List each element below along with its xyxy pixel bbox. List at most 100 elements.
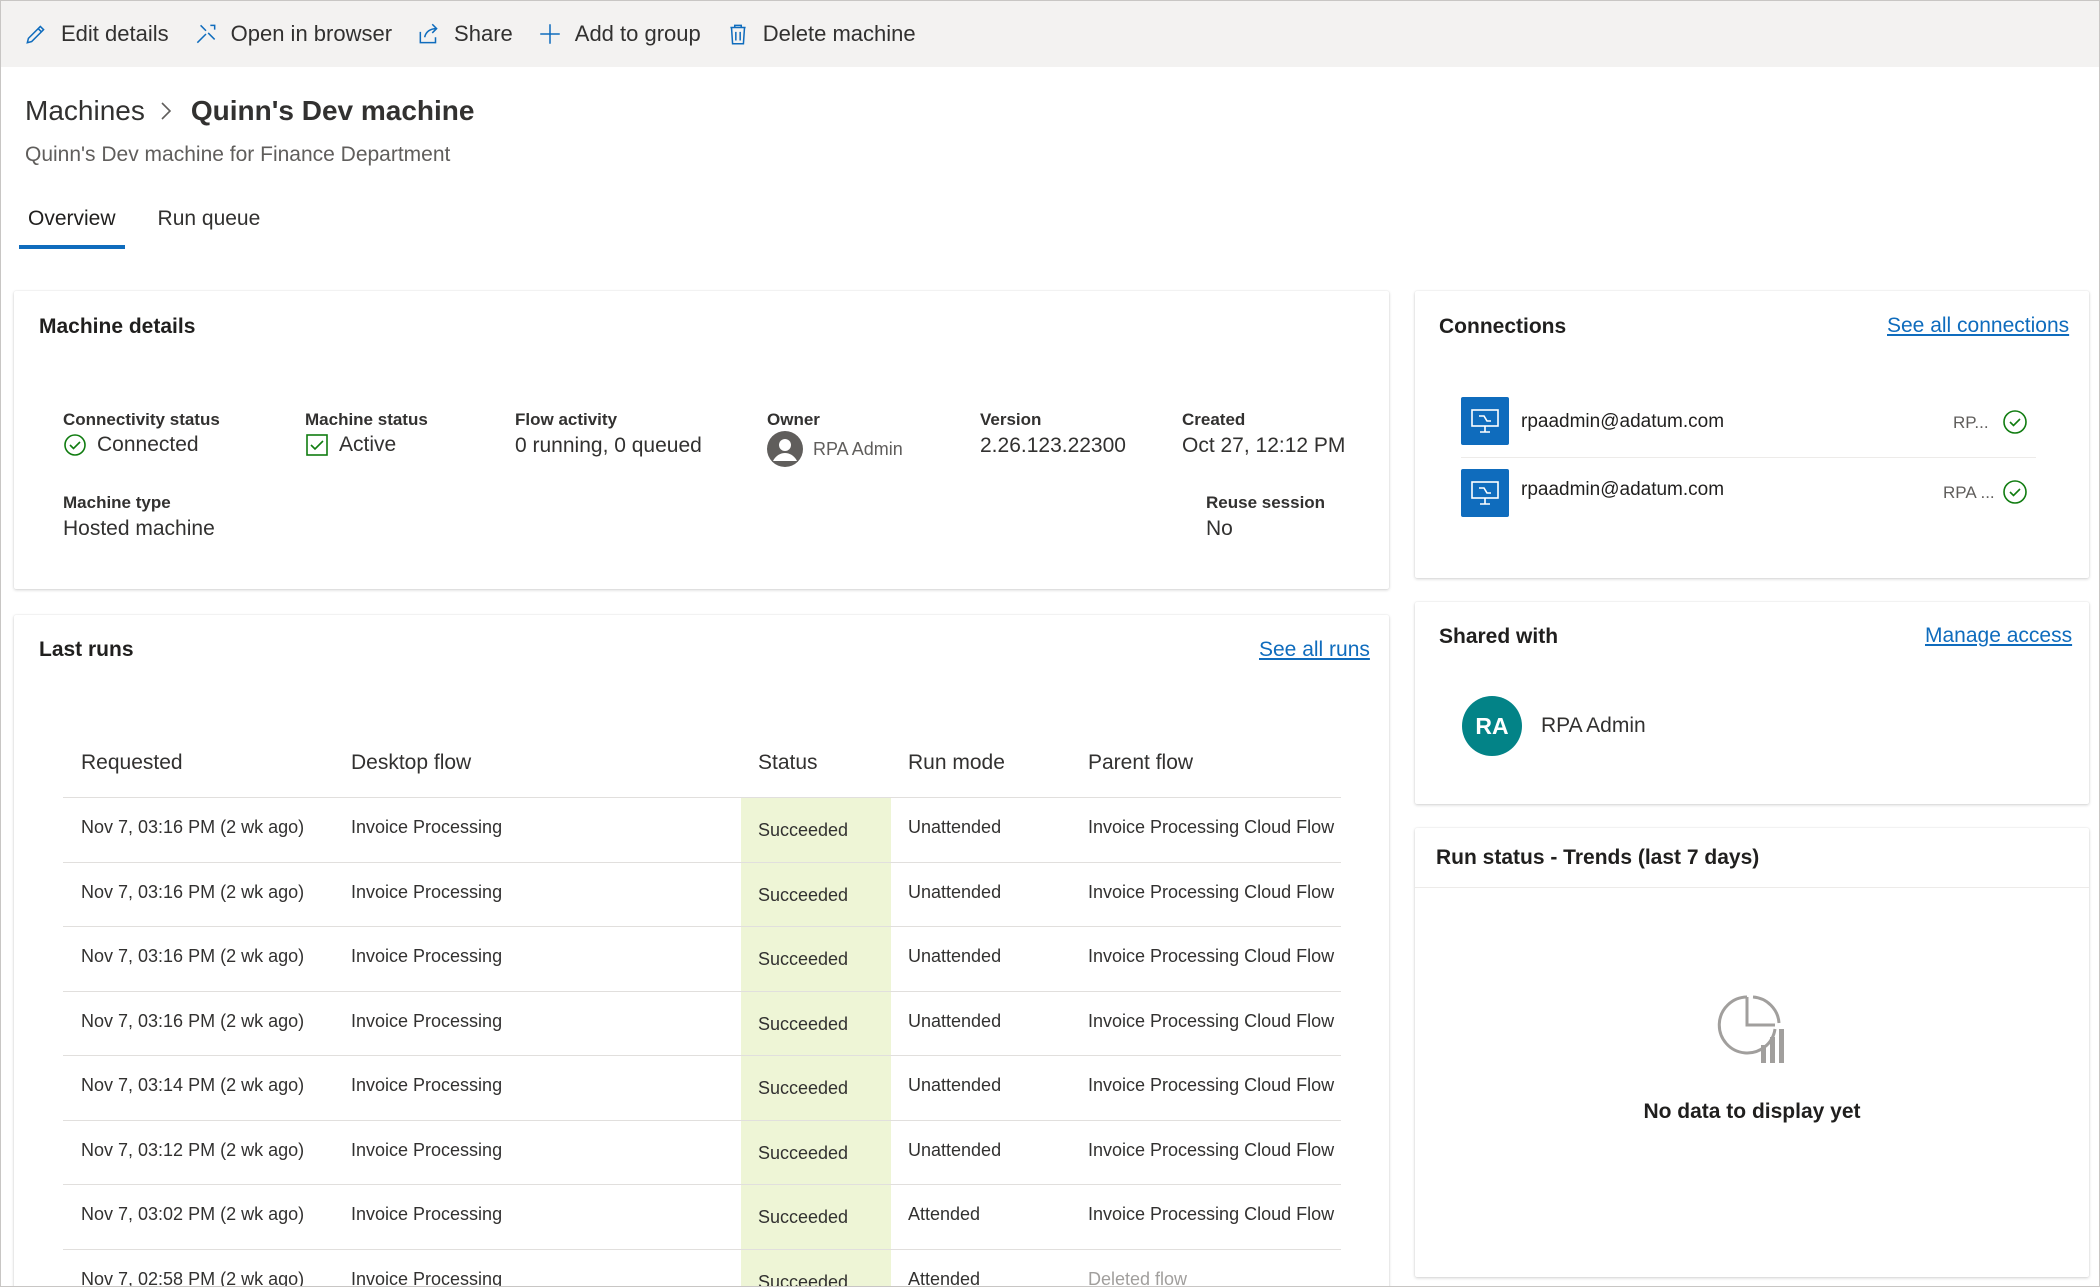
column-header-run-mode[interactable]: Run mode [908, 751, 1005, 775]
connectivity-status-value: Connected [63, 433, 199, 457]
tab-run-queue[interactable]: Run queue [149, 201, 270, 249]
add-to-group-button[interactable]: Add to group [537, 1, 701, 67]
run-requested: Nov 7, 02:58 PM (2 wk ago) [81, 1268, 305, 1287]
run-requested: Nov 7, 03:02 PM (2 wk ago) [81, 1204, 305, 1224]
edit-details-button[interactable]: Edit details [23, 1, 169, 67]
person-avatar-icon [767, 431, 803, 467]
status-badge: Succeeded [741, 1120, 891, 1185]
pencil-icon [26, 25, 45, 44]
connection-item[interactable]: rpaadmin@adatum.com RP... [1461, 397, 2036, 457]
owner-name: RPA Admin [813, 438, 903, 459]
manage-access-link[interactable]: Manage access [1925, 624, 2072, 648]
connectivity-status-text: Connected [97, 433, 199, 456]
status-badge: Succeeded [741, 927, 891, 991]
column-header-desktop-flow[interactable]: Desktop flow [351, 751, 471, 775]
desktop-flow-connector-icon [1461, 469, 1509, 517]
run-requested: Nov 7, 03:12 PM (2 wk ago) [81, 1139, 305, 1160]
column-header-parent-flow[interactable]: Parent flow [1088, 751, 1193, 775]
table-row[interactable]: Nov 7, 03:16 PM (2 wk ago) Invoice Proces… [63, 797, 1341, 862]
status-badge: Succeeded [741, 991, 891, 1056]
share-icon [419, 23, 438, 44]
edit-details-label: Edit details [61, 21, 169, 46]
run-requested: Nov 7, 03:14 PM (2 wk ago) [81, 1075, 305, 1095]
delete-machine-button[interactable]: Delete machine [725, 1, 916, 67]
run-parent-flow[interactable]: Invoice Processing Cloud Flow [1088, 817, 1334, 838]
share-button[interactable]: Share [416, 1, 513, 67]
table-row[interactable]: Nov 7, 02:58 PM (2 wk ago) Invoice Proces… [63, 1248, 1341, 1287]
status-text: Succeeded [758, 1271, 849, 1287]
version-label: Version [980, 410, 1042, 429]
desktop-flow-connector-icon [1461, 397, 1509, 445]
run-desktop-flow: Invoice Processing [351, 1139, 503, 1160]
version-value: 2.26.123.22300 [980, 434, 1126, 457]
run-requested: Nov 7, 03:16 PM (2 wk ago) [81, 946, 305, 966]
owner-value: RPA Admin [767, 431, 903, 467]
status-badge: Succeeded [741, 1249, 891, 1287]
run-parent-flow[interactable]: Invoice Processing Cloud Flow [1088, 1011, 1334, 1032]
status-badge: Succeeded [741, 862, 891, 927]
run-mode: Attended [908, 1268, 981, 1287]
machine-details-title: Machine details [39, 315, 196, 338]
run-mode: Unattended [908, 946, 1002, 966]
breadcrumb-machines[interactable]: Machines [25, 95, 145, 127]
table-row[interactable]: Nov 7, 03:02 PM (2 wk ago) Invoice Proces… [63, 1184, 1341, 1249]
trends-divider [1415, 887, 2089, 888]
run-desktop-flow: Invoice Processing [351, 817, 503, 837]
machine-status-value: Active [305, 433, 396, 457]
run-parent-flow[interactable]: Invoice Processing Cloud Flow [1088, 946, 1334, 967]
breadcrumb: Machines Quinn's Dev machine [25, 95, 474, 127]
table-row[interactable]: Nov 7, 03:16 PM (2 wk ago) Invoice Proces… [63, 861, 1341, 927]
connection-account: rpaadmin@adatum.com [1521, 411, 1725, 432]
status-text: Succeeded [758, 1078, 849, 1098]
see-all-runs-link[interactable]: See all runs [1259, 638, 1370, 662]
check-circle-icon [63, 433, 87, 457]
run-mode: Attended [908, 1204, 981, 1224]
open-in-browser-button[interactable]: Open in browser [193, 1, 392, 67]
flow-activity-value: 0 running, 0 queued [515, 434, 702, 457]
created-value: Oct 27, 12:12 PM [1182, 434, 1346, 457]
check-circle-icon [2003, 410, 2027, 434]
run-desktop-flow: Invoice Processing [351, 1075, 503, 1095]
connection-item[interactable]: rpaadmin@adatum.com RPA ... [1461, 469, 2036, 529]
table-row[interactable]: Nov 7, 03:14 PM (2 wk ago) Invoice Proces… [63, 1055, 1341, 1120]
column-header-status[interactable]: Status [758, 751, 818, 775]
connection-account: rpaadmin@adatum.com [1521, 479, 1725, 500]
table-row[interactable]: Nov 7, 03:16 PM (2 wk ago) Invoice Proces… [63, 926, 1341, 991]
run-requested: Nov 7, 03:16 PM (2 wk ago) [81, 1010, 305, 1031]
tab-list: Overview Run queue [19, 201, 293, 249]
status-badge: Succeeded [741, 1056, 891, 1120]
share-label: Share [454, 21, 513, 46]
run-mode: Unattended [908, 881, 1002, 902]
connections-title: Connections [1439, 315, 1567, 338]
status-text: Succeeded [758, 1142, 849, 1163]
run-parent-flow[interactable]: Invoice Processing Cloud Flow [1088, 1140, 1334, 1161]
owner-label: Owner [767, 410, 820, 429]
command-bar: Edit details Open in browser Share Add t… [1, 1, 2099, 67]
run-desktop-flow: Invoice Processing [351, 1204, 503, 1224]
trends-title: Run status - Trends (last 7 days) [1436, 846, 1760, 869]
run-parent-flow[interactable]: Invoice Processing Cloud Flow [1088, 1204, 1334, 1225]
column-header-requested[interactable]: Requested [81, 751, 183, 775]
run-mode: Unattended [908, 1139, 1002, 1160]
table-row[interactable]: Nov 7, 03:12 PM (2 wk ago) Invoice Proces… [63, 1119, 1341, 1185]
open-browser-icon [196, 24, 216, 44]
shared-with-title: Shared with [1439, 625, 1559, 648]
reuse-session-label: Reuse session [1206, 493, 1326, 512]
run-parent-flow[interactable]: Invoice Processing Cloud Flow [1088, 1075, 1334, 1096]
run-mode: Unattended [908, 1010, 1002, 1031]
table-row[interactable]: Nov 7, 03:16 PM (2 wk ago) Invoice Proces… [63, 990, 1341, 1056]
trends-empty-message: No data to display yet [1643, 1100, 1861, 1123]
connection-divider [1461, 457, 2036, 458]
status-text: Succeeded [758, 1207, 849, 1227]
tab-overview[interactable]: Overview [19, 201, 125, 249]
machine-type-label: Machine type [63, 493, 171, 512]
run-desktop-flow: Invoice Processing [351, 1268, 503, 1287]
check-circle-icon [2003, 480, 2027, 504]
see-all-connections-link[interactable]: See all connections [1887, 314, 2069, 338]
status-text: Succeeded [758, 820, 849, 840]
run-parent-flow[interactable]: Invoice Processing Cloud Flow [1088, 882, 1334, 903]
run-desktop-flow: Invoice Processing [351, 1010, 503, 1031]
add-to-group-label: Add to group [574, 21, 701, 46]
page-title: Quinn's Dev machine [190, 95, 475, 126]
delete-machine-label: Delete machine [762, 21, 916, 46]
